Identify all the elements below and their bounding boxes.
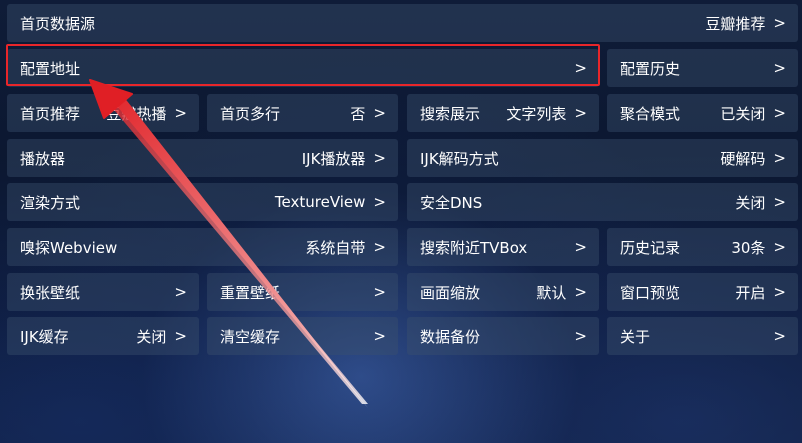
settings-row-5: 渲染方式 TextureView > 安全DNS 关闭 > (7, 183, 798, 221)
home-multi-row-label: 首页多行 (220, 104, 281, 123)
data-backup-label: 数据备份 (420, 327, 481, 346)
chevron-right-icon: > (574, 104, 587, 122)
screen-zoom-value: 默认 (536, 283, 567, 302)
secure-dns-item[interactable]: 安全DNS 关闭 > (407, 183, 798, 221)
chevron-right-icon: > (373, 327, 386, 345)
about-label: 关于 (620, 327, 651, 346)
chevron-right-icon: > (773, 193, 786, 211)
ijk-decode-value: 硬解码 (720, 149, 766, 168)
chevron-right-icon: > (373, 193, 386, 211)
home-data-source-label: 首页数据源 (20, 14, 96, 33)
ijk-cache-label: IJK缓存 (20, 327, 69, 346)
config-history-item[interactable]: 配置历史 > (607, 49, 798, 87)
chevron-right-icon: > (174, 327, 187, 345)
settings-row-1: 首页数据源 豆瓣推荐 > (7, 4, 798, 42)
history-record-label: 历史记录 (620, 238, 681, 257)
change-wallpaper-item[interactable]: 换张壁纸 > (7, 273, 199, 311)
home-data-source-value: 豆瓣推荐 (705, 14, 766, 33)
window-preview-label: 窗口预览 (620, 283, 681, 302)
change-wallpaper-label: 换张壁纸 (20, 283, 81, 302)
home-recommend-value: 豆瓣热播 (106, 104, 167, 123)
data-backup-item[interactable]: 数据备份 > (407, 317, 599, 355)
search-nearby-tvbox-label: 搜索附近TVBox (420, 238, 528, 257)
chevron-right-icon: > (373, 238, 386, 256)
home-recommend-label: 首页推荐 (20, 104, 81, 123)
sniff-webview-label: 嗅探Webview (20, 238, 118, 257)
home-multi-row-value: 否 (350, 104, 366, 123)
render-mode-label: 渲染方式 (20, 193, 81, 212)
clear-cache-item[interactable]: 清空缓存 > (207, 317, 398, 355)
search-display-item[interactable]: 搜索展示 文字列表 > (407, 94, 599, 132)
screen-zoom-label: 画面缩放 (420, 283, 481, 302)
settings-row-8: IJK缓存 关闭 > 清空缓存 > 数据备份 > 关于 > (7, 317, 798, 355)
chevron-right-icon: > (373, 104, 386, 122)
aggregate-mode-label: 聚合模式 (620, 104, 681, 123)
chevron-right-icon: > (773, 327, 786, 345)
window-preview-value: 开启 (735, 283, 766, 302)
chevron-right-icon: > (773, 149, 786, 167)
ijk-decode-label: IJK解码方式 (420, 149, 499, 168)
aggregate-mode-item[interactable]: 聚合模式 已关闭 > (607, 94, 798, 132)
secure-dns-label: 安全DNS (420, 193, 483, 212)
chevron-right-icon: > (174, 283, 187, 301)
render-mode-value: TextureView (274, 193, 366, 211)
ijk-cache-item[interactable]: IJK缓存 关闭 > (7, 317, 199, 355)
history-record-item[interactable]: 历史记录 30条 > (607, 228, 798, 266)
history-record-value: 30条 (731, 238, 766, 257)
player-label: 播放器 (20, 149, 66, 168)
clear-cache-label: 清空缓存 (220, 327, 281, 346)
config-address-item[interactable]: 配置地址 > (7, 49, 599, 87)
settings-row-3: 首页推荐 豆瓣热播 > 首页多行 否 > 搜索展示 文字列表 > 聚合模式 已关… (7, 94, 798, 132)
ijk-decode-item[interactable]: IJK解码方式 硬解码 > (407, 139, 798, 177)
config-address-label: 配置地址 (20, 59, 81, 78)
ijk-cache-value: 关闭 (136, 327, 167, 346)
chevron-right-icon: > (373, 149, 386, 167)
chevron-right-icon: > (574, 59, 587, 77)
secure-dns-value: 关闭 (735, 193, 766, 212)
home-multi-row-item[interactable]: 首页多行 否 > (207, 94, 398, 132)
chevron-right-icon: > (574, 283, 587, 301)
chevron-right-icon: > (773, 238, 786, 256)
settings-row-4: 播放器 IJK播放器 > IJK解码方式 硬解码 > (7, 139, 798, 177)
chevron-right-icon: > (773, 283, 786, 301)
chevron-right-icon: > (574, 327, 587, 345)
chevron-right-icon: > (773, 14, 786, 32)
chevron-right-icon: > (373, 283, 386, 301)
chevron-right-icon: > (773, 104, 786, 122)
player-value: IJK播放器 (301, 149, 366, 168)
search-display-value: 文字列表 (506, 104, 567, 123)
about-item[interactable]: 关于 > (607, 317, 798, 355)
home-recommend-item[interactable]: 首页推荐 豆瓣热播 > (7, 94, 199, 132)
search-display-label: 搜索展示 (420, 104, 481, 123)
render-mode-item[interactable]: 渲染方式 TextureView > (7, 183, 398, 221)
player-item[interactable]: 播放器 IJK播放器 > (7, 139, 398, 177)
search-nearby-tvbox-item[interactable]: 搜索附近TVBox > (407, 228, 599, 266)
settings-row-2: 配置地址 > 配置历史 > (7, 49, 798, 87)
chevron-right-icon: > (174, 104, 187, 122)
home-data-source-item[interactable]: 首页数据源 豆瓣推荐 > (7, 4, 798, 42)
chevron-right-icon: > (773, 59, 786, 77)
config-history-label: 配置历史 (620, 59, 681, 78)
settings-row-7: 换张壁纸 > 重置壁纸 > 画面缩放 默认 > 窗口预览 开启 > (7, 273, 798, 311)
chevron-right-icon: > (574, 238, 587, 256)
settings-row-6: 嗅探Webview 系统自带 > 搜索附近TVBox > 历史记录 30条 > (7, 228, 798, 266)
aggregate-mode-value: 已关闭 (720, 104, 766, 123)
reset-wallpaper-label: 重置壁纸 (220, 283, 281, 302)
sniff-webview-item[interactable]: 嗅探Webview 系统自带 > (7, 228, 398, 266)
reset-wallpaper-item[interactable]: 重置壁纸 > (207, 273, 398, 311)
screen-zoom-item[interactable]: 画面缩放 默认 > (407, 273, 599, 311)
sniff-webview-value: 系统自带 (305, 238, 366, 257)
window-preview-item[interactable]: 窗口预览 开启 > (607, 273, 798, 311)
